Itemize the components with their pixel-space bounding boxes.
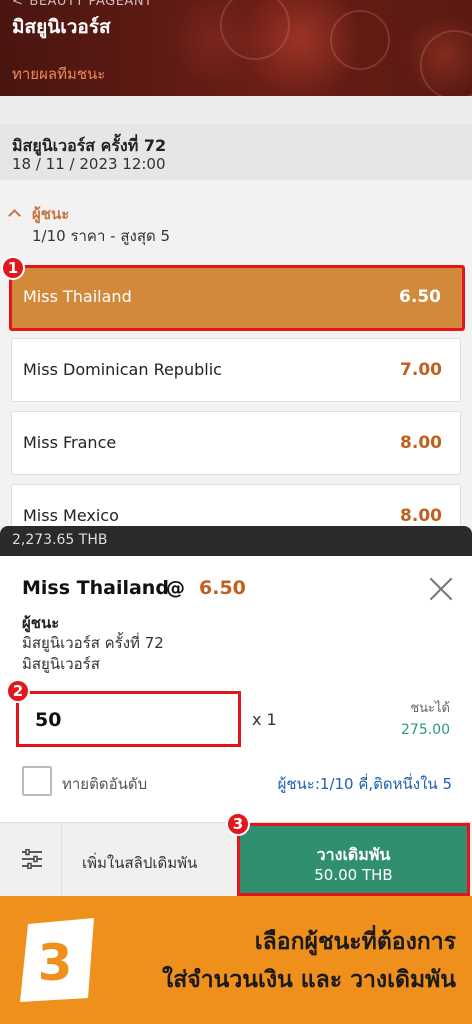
- back-arrow-icon[interactable]: <: [12, 0, 23, 9]
- event-info: มิสยูนิเวอร์ส ครั้งที่ 72 18 / 11 / 2023…: [0, 124, 472, 180]
- page-title: มิสยูนิเวอร์ส: [12, 16, 111, 38]
- potential-win-amount: 275.00: [401, 722, 450, 738]
- potential-win-label: ชนะได้: [410, 701, 450, 716]
- selection-row-selected[interactable]: Miss Thailand 6.50: [9, 265, 465, 331]
- selection-name: Miss Dominican Republic: [23, 360, 222, 379]
- selection-row[interactable]: Miss Dominican Republic 7.00: [11, 338, 461, 402]
- step-badge-2: 2: [6, 679, 30, 703]
- selection-odds: 6.50: [399, 287, 441, 307]
- selection-row[interactable]: Miss Mexico 8.00: [11, 484, 461, 526]
- selection-list: Miss Thailand 6.50 Miss Dominican Republ…: [0, 254, 472, 526]
- balance-amount: 2,273.65 THB: [12, 532, 108, 548]
- selection-odds: 8.00: [400, 506, 442, 526]
- balance-bar: 2,273.65 THB: [0, 526, 472, 556]
- close-icon[interactable]: [428, 576, 454, 602]
- decorative-ball: [220, 0, 290, 60]
- betslip-category: มิสยูนิเวอร์ส: [22, 655, 100, 673]
- step-badge-3: 3: [226, 812, 250, 836]
- stake-input[interactable]: 50: [16, 691, 241, 747]
- each-way-checkbox[interactable]: [22, 766, 52, 796]
- betslip-selection: Miss Thailand: [22, 577, 169, 599]
- breadcrumb[interactable]: < BEAUTY PAGEANT: [12, 0, 152, 9]
- place-bet-button[interactable]: วางเดิมพัน 50.00 THB: [237, 823, 470, 896]
- banner-line-2: ใส่จำนวนเงิน และ วางเดิมพัน: [161, 967, 456, 993]
- market-info: 1/10 ราคา - สูงสุด 5: [32, 227, 171, 245]
- selection-name: Miss Mexico: [23, 506, 119, 525]
- decorative-ball: [420, 30, 472, 96]
- decorative-ball: [330, 10, 390, 70]
- betslip-odds: 6.50: [199, 577, 246, 599]
- stake-value: 50: [35, 709, 62, 731]
- add-to-betslip-label: เพิ่มในสลิปเดิมพัน: [82, 854, 198, 872]
- event-datetime: 18 / 11 / 2023 12:00: [12, 155, 166, 173]
- sliders-icon: [22, 849, 42, 869]
- settings-button[interactable]: [0, 823, 62, 896]
- selection-name: Miss France: [23, 433, 117, 452]
- step-number-shape: 3: [20, 918, 94, 1002]
- betslip-at-symbol: @: [166, 577, 185, 599]
- page-header: < BEAUTY PAGEANT มิสยูนิเวอร์ส ทายผลทีมชน…: [0, 0, 472, 96]
- bet-multiplier: x 1: [252, 710, 277, 729]
- page-subtitle: ทายผลทีมชนะ: [12, 65, 106, 83]
- banner-line-1: เลือกผู้ชนะที่ต้องการ: [254, 929, 456, 955]
- selection-name: Miss Thailand: [23, 287, 132, 306]
- market-label: ผู้ชนะ: [32, 205, 70, 223]
- place-bet-label: วางเดิมพัน: [316, 845, 391, 864]
- instruction-banner: 3 เลือกผู้ชนะที่ต้องการ ใส่จำนวนเงิน และ…: [0, 896, 472, 1024]
- selection-odds: 7.00: [400, 360, 442, 380]
- place-bet-amount: 50.00 THB: [314, 866, 393, 884]
- add-to-betslip-button[interactable]: เพิ่มในสลิปเดิมพัน: [62, 823, 238, 896]
- each-way-label: ทายติดอันดับ: [62, 775, 148, 793]
- each-way-terms-link[interactable]: ผู้ชนะ:1/10 คี่,ติดหนึ่งใน 5: [278, 772, 452, 796]
- selection-row[interactable]: Miss France 8.00: [11, 411, 461, 475]
- market-header[interactable]: ผู้ชนะ 1/10 ราคา - สูงสุด 5: [0, 180, 472, 254]
- selection-odds: 8.00: [400, 433, 442, 453]
- step-number: 3: [38, 934, 73, 992]
- chevron-up-icon[interactable]: [8, 209, 21, 222]
- breadcrumb-label: BEAUTY PAGEANT: [29, 0, 153, 9]
- step-badge-1: 1: [1, 256, 25, 280]
